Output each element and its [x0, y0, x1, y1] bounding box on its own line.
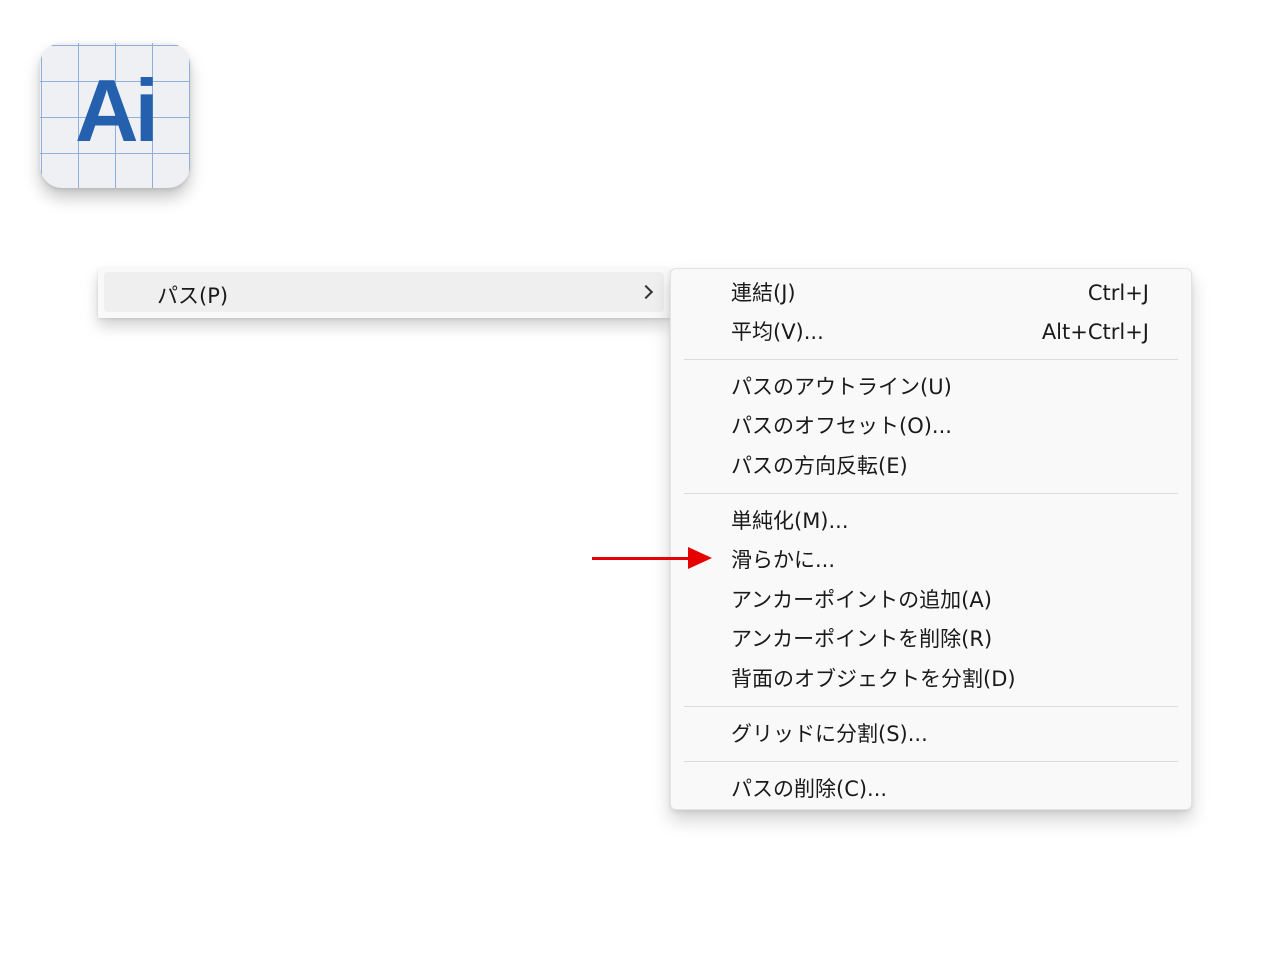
menu-item-split-into-grid-label: グリッドに分割(S)... [731, 722, 928, 746]
red-arrow-icon [688, 547, 712, 569]
menu-item-split-into-grid[interactable]: グリッドに分割(S)... [731, 719, 1149, 749]
menu-item-average[interactable]: 平均(V)... Alt+Ctrl+J [731, 317, 1149, 347]
app-icon-text: Ai [75, 61, 159, 160]
menu-item-join[interactable]: 連結(J) Ctrl+J [731, 278, 1149, 308]
menu-item-offset-path[interactable]: パスのオフセット(O)... [731, 411, 1149, 441]
menu-item-smooth[interactable]: 滑らかに... [731, 545, 1149, 575]
menu-item-outline-stroke-label: パスのアウトライン(U) [731, 375, 952, 399]
menu-item-outline-stroke[interactable]: パスのアウトライン(U) [731, 372, 1149, 402]
menu-separator [684, 493, 1178, 494]
menu-item-add-anchor-points-label: アンカーポイントの追加(A) [731, 588, 992, 612]
chevron-right-icon [638, 284, 654, 300]
menu-item-smooth-label: 滑らかに... [731, 548, 836, 572]
menu-item-clean-up-label: パスの削除(C)... [731, 777, 888, 801]
parent-menu: パス(P) [98, 268, 670, 318]
menu-item-offset-path-label: パスのオフセット(O)... [731, 414, 952, 438]
illustrator-app-icon: Ai [40, 43, 190, 188]
menu-separator [684, 706, 1178, 707]
menu-item-add-anchor-points[interactable]: アンカーポイントの追加(A) [731, 585, 1149, 615]
menu-item-simplify[interactable]: 単純化(M)... [731, 506, 1149, 536]
menu-item-join-shortcut: Ctrl+J [1087, 281, 1149, 305]
menu-item-divide-objects-below[interactable]: 背面のオブジェクトを分割(D) [731, 664, 1149, 694]
menu-item-path-label: パス(P) [157, 284, 229, 308]
menu-item-remove-anchor-points-label: アンカーポイントを削除(R) [731, 627, 993, 651]
red-arrow-line [592, 557, 692, 560]
menu-item-join-label: 連結(J) [731, 281, 796, 305]
path-submenu: 連結(J) Ctrl+J 平均(V)... Alt+Ctrl+J パスのアウトラ… [670, 268, 1192, 810]
menu-item-divide-objects-below-label: 背面のオブジェクトを分割(D) [731, 667, 1016, 691]
menu-separator [684, 359, 1178, 360]
menu-item-average-shortcut: Alt+Ctrl+J [1041, 320, 1149, 344]
menu-item-reverse-path-direction[interactable]: パスの方向反転(E) [731, 451, 1149, 481]
menu-separator [684, 761, 1178, 762]
menu-item-simplify-label: 単純化(M)... [731, 509, 849, 533]
menu-item-path[interactable]: パス(P) [104, 272, 664, 312]
menu-item-reverse-path-direction-label: パスの方向反転(E) [731, 454, 908, 478]
menu-item-average-label: 平均(V)... [731, 320, 824, 344]
menu-item-clean-up[interactable]: パスの削除(C)... [731, 774, 1149, 804]
menu-item-remove-anchor-points[interactable]: アンカーポイントを削除(R) [731, 624, 1149, 654]
